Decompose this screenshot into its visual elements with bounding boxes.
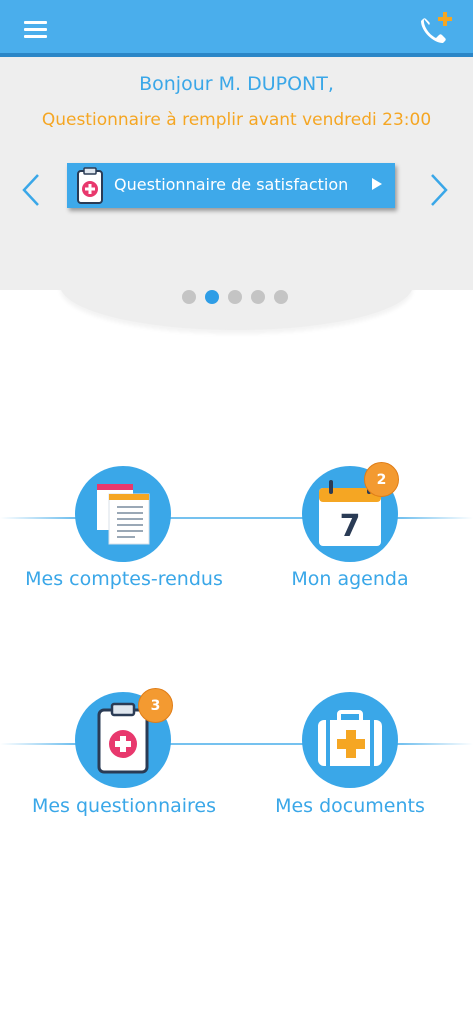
tile-circle — [302, 692, 398, 788]
phone-plus-icon[interactable] — [418, 10, 456, 44]
tile-circle — [75, 466, 171, 562]
survey-button-label: Questionnaire de satisfaction — [114, 175, 349, 194]
notification-badge: 3 — [138, 688, 173, 723]
top-app-bar — [0, 0, 473, 57]
reports-icon — [97, 484, 150, 545]
tile-label: Mes questionnaires — [31, 795, 217, 817]
tile-mon-agenda[interactable]: 7 2 Mon agenda — [232, 462, 468, 596]
deadline-text: Questionnaire à remplir avant vendredi 2… — [41, 110, 432, 130]
carousel-dot-2[interactable] — [205, 290, 219, 304]
survey-button[interactable]: Questionnaire de satisfaction — [67, 163, 395, 208]
tile-mes-documents[interactable]: Mes documents — [232, 692, 468, 822]
tile-mes-questionnaires[interactable]: 3 Mes questionnaires — [6, 688, 242, 822]
carousel-prev-arrow-icon[interactable] — [20, 172, 42, 208]
notification-badge: 2 — [364, 462, 399, 497]
greeting-text: Bonjour M. DUPONT, — [139, 73, 334, 95]
tile-label: Mes documents — [275, 795, 425, 817]
medical-case-icon — [318, 710, 382, 766]
carousel-dot-4[interactable] — [251, 290, 265, 304]
carousel-dot-1[interactable] — [182, 290, 196, 304]
calendar-day: 7 — [340, 509, 361, 544]
hamburger-menu-icon[interactable] — [24, 21, 47, 38]
carousel-dot-3[interactable] — [228, 290, 242, 304]
play-arrow-icon — [372, 178, 382, 190]
tile-mes-comptes-rendus[interactable]: Mes comptes-rendus — [6, 466, 242, 596]
carousel-next-arrow-icon[interactable] — [428, 172, 450, 208]
tile-label: Mon agenda — [291, 568, 409, 590]
clipboard-icon — [77, 167, 103, 204]
carousel-dot-5[interactable] — [274, 290, 288, 304]
tile-label: Mes comptes-rendus — [25, 568, 223, 590]
